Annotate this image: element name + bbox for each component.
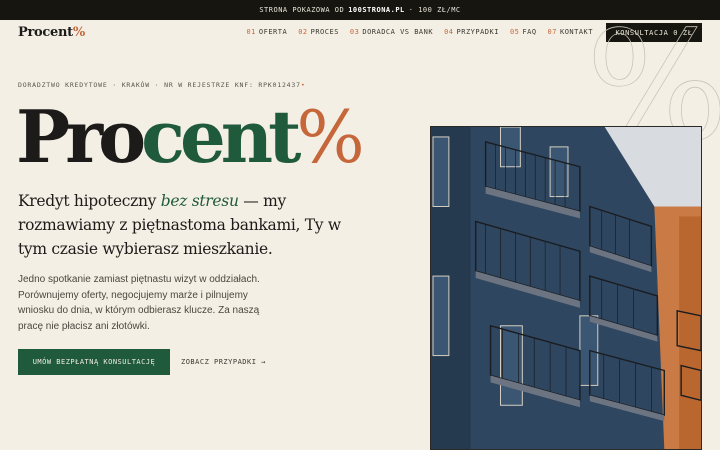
hero-subheading: Kredyt hipoteczny bez stresu — my rozmaw… xyxy=(18,189,348,261)
hero-description: Jedno spotkanie zamiast piętnastu wizyt … xyxy=(18,274,260,332)
nav-item-przypadki[interactable]: 04 PRZYPADKI xyxy=(444,28,499,36)
nav-item-label: PROCES xyxy=(310,28,339,36)
announcement-brand-link[interactable]: 100STRONA.PL xyxy=(348,6,405,14)
hero-title-part1: Pro xyxy=(16,94,146,179)
nav-item-number: 02 xyxy=(298,28,308,36)
nav-item-label: PRZYPADKI xyxy=(456,28,499,36)
hero-photo-balconies xyxy=(430,126,702,450)
subhead-pre: Kredyt hipoteczny xyxy=(18,192,157,210)
hero-title-percent: % xyxy=(296,95,365,179)
site-logo[interactable]: Procent% xyxy=(18,25,85,40)
announcement-suffix: · 100 ZŁ/MC xyxy=(408,6,461,14)
nav-item-number: 01 xyxy=(246,28,256,36)
nav-item-label: FAQ xyxy=(522,28,537,36)
nav-item-label: OFERTA xyxy=(258,28,288,36)
nav-item-number: 03 xyxy=(349,28,360,36)
nav-item-proces[interactable]: 02 PROCES xyxy=(298,28,339,36)
announcement-prefix: STRONA POKAZOWA OD xyxy=(259,6,345,14)
nav-item-doradca-vs-bank[interactable]: 03 DORADCA VS BANK xyxy=(350,28,433,36)
nav-item-number: 05 xyxy=(509,28,520,36)
eyebrow-text: DORADZTWO KREDYTOWE · KRAKÓW · NR W REJE… xyxy=(18,81,301,89)
logo-text: Procent xyxy=(18,25,73,40)
see-cases-link[interactable]: ZOBACZ PRZYPADKI → xyxy=(181,358,266,366)
subhead-emphasis: bez stresu xyxy=(160,192,239,210)
hero-title-part2: cent xyxy=(141,94,301,179)
book-consultation-button[interactable]: UMÓW BEZPŁATNĄ KONSULTACJĘ xyxy=(18,349,170,375)
nav-item-oferta[interactable]: 01 OFERTA xyxy=(246,28,287,36)
nav-item-number: 07 xyxy=(547,28,557,36)
hero-eyebrow: DORADZTWO KREDYTOWE · KRAKÓW · NR W REJE… xyxy=(18,81,306,89)
nav-item-label: DORADCA VS BANK xyxy=(362,28,434,36)
eyebrow-dot: • xyxy=(300,81,306,89)
logo-mark: % xyxy=(72,25,85,40)
nav-item-number: 04 xyxy=(444,28,454,36)
nav-menu: 01 OFERTA 02 PROCES 03 DORADCA VS BANK 04 PR… xyxy=(246,28,593,36)
nav-item-faq[interactable]: 05 FAQ xyxy=(510,28,537,36)
hero-title: Procent% xyxy=(16,92,365,182)
